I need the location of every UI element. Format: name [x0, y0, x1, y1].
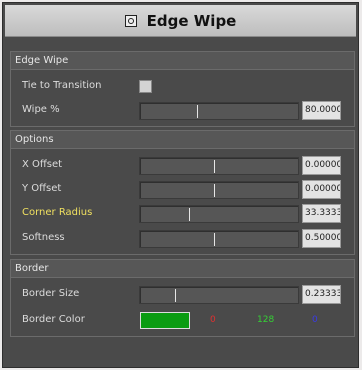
- window-title: Edge Wipe: [146, 11, 237, 30]
- section-header-border: Border: [11, 260, 354, 278]
- border-size-slider-thumb[interactable]: [175, 289, 176, 302]
- section-options: Options X Offset 0.00000 Y Offset 0.0000…: [10, 130, 355, 255]
- section-edge-wipe: Edge Wipe Tie to Transition Wipe % 80.00…: [10, 51, 355, 127]
- x-offset-slider-thumb[interactable]: [214, 160, 215, 173]
- border-color-green-value[interactable]: 128: [257, 315, 274, 325]
- row-border-color: Border Color 0 128 0: [11, 310, 354, 332]
- corner-radius-slider-thumb[interactable]: [189, 208, 190, 221]
- border-color-blue-value[interactable]: 0: [312, 315, 318, 325]
- border-size-label: Border Size: [22, 288, 80, 299]
- corner-radius-value-field[interactable]: 33.3333: [302, 204, 341, 223]
- border-color-red-value[interactable]: 0: [210, 315, 216, 325]
- x-offset-value-field[interactable]: 0.00000: [302, 156, 341, 175]
- tie-to-transition-checkbox[interactable]: [139, 80, 152, 93]
- row-corner-radius: Corner Radius 33.3333: [11, 203, 354, 225]
- corner-radius-slider[interactable]: [139, 205, 299, 223]
- effect-icon: [124, 14, 137, 27]
- border-size-slider[interactable]: [139, 286, 299, 304]
- y-offset-slider-thumb[interactable]: [214, 184, 215, 197]
- tie-to-transition-label: Tie to Transition: [22, 80, 102, 91]
- softness-label: Softness: [22, 232, 65, 243]
- y-offset-value-field[interactable]: 0.00000: [302, 180, 341, 199]
- y-offset-label: Y Offset: [22, 183, 62, 194]
- section-header-options: Options: [11, 131, 354, 149]
- border-color-swatch[interactable]: [140, 312, 190, 329]
- softness-value-field[interactable]: 0.50000: [302, 229, 341, 248]
- section-header-edge-wipe: Edge Wipe: [11, 52, 354, 70]
- row-wipe-percent: Wipe % 80.0000: [11, 100, 354, 122]
- softness-slider-thumb[interactable]: [214, 233, 215, 246]
- wipe-percent-label: Wipe %: [22, 104, 60, 115]
- border-size-value-field[interactable]: 0.23333: [302, 285, 341, 304]
- wipe-percent-value-field[interactable]: 80.0000: [302, 101, 341, 120]
- section-border: Border Border Size 0.23333 Border Color …: [10, 259, 355, 337]
- x-offset-label: X Offset: [22, 159, 63, 170]
- wipe-percent-slider[interactable]: [139, 102, 299, 120]
- row-x-offset: X Offset 0.00000: [11, 155, 354, 177]
- edge-wipe-window: Edge Wipe Edge Wipe Tie to Transition Wi…: [2, 2, 359, 368]
- row-y-offset: Y Offset 0.00000: [11, 179, 354, 201]
- y-offset-slider[interactable]: [139, 181, 299, 199]
- corner-radius-label: Corner Radius: [22, 207, 93, 218]
- x-offset-slider[interactable]: [139, 157, 299, 175]
- border-color-label: Border Color: [22, 314, 85, 325]
- softness-slider[interactable]: [139, 230, 299, 248]
- row-softness: Softness 0.50000: [11, 228, 354, 250]
- title-bar: Edge Wipe: [5, 5, 356, 37]
- row-tie-to-transition: Tie to Transition: [11, 76, 354, 98]
- row-border-size: Border Size 0.23333: [11, 284, 354, 306]
- wipe-percent-slider-thumb[interactable]: [197, 105, 198, 118]
